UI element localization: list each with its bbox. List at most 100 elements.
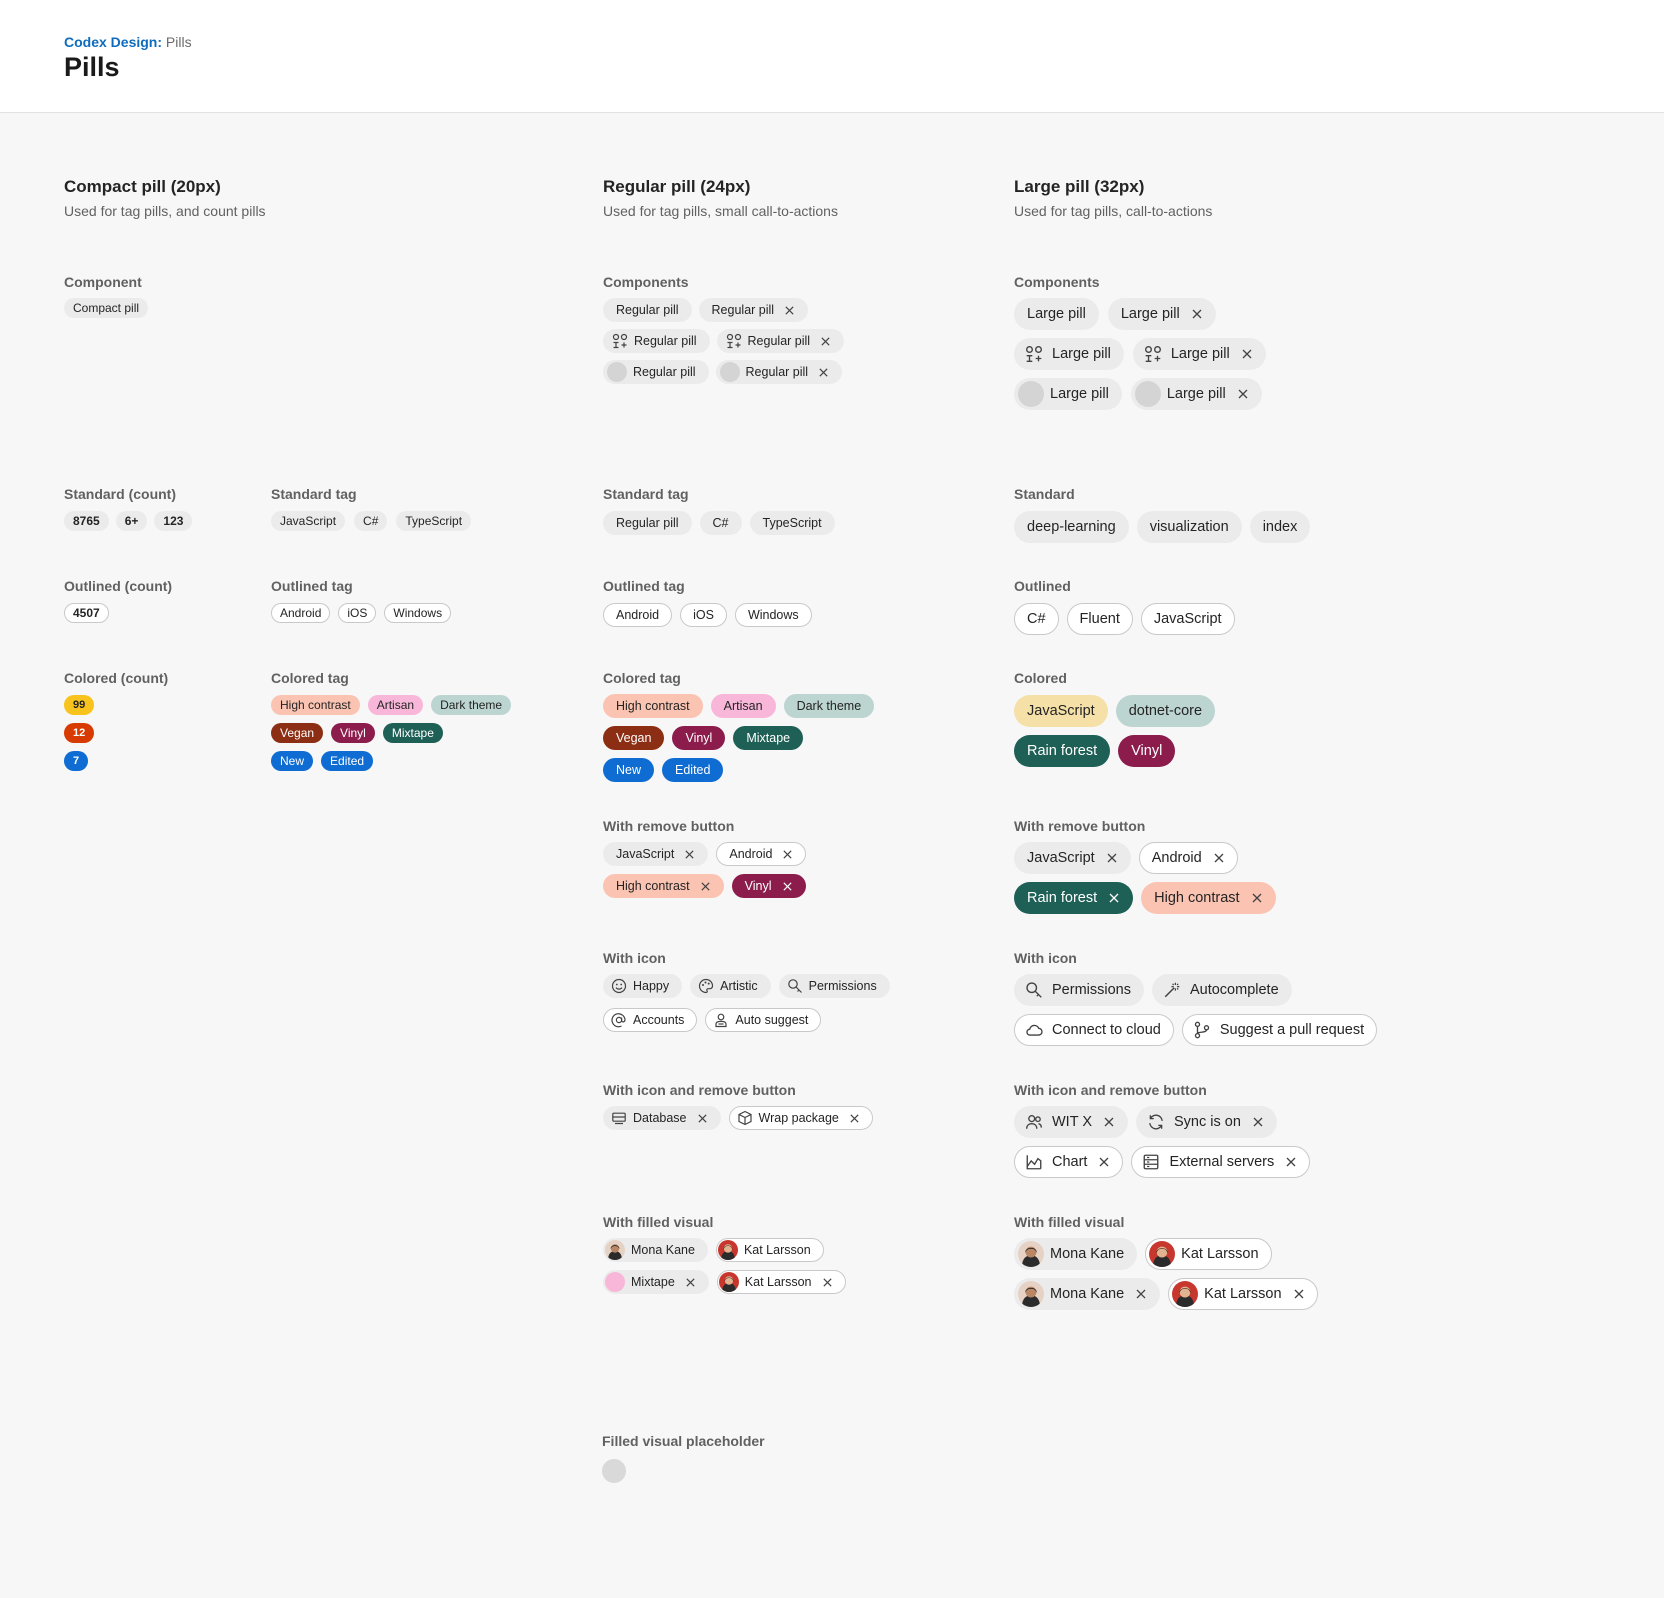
tag-pill[interactable]: TypeScript xyxy=(749,511,835,535)
tag-pill[interactable]: Vinyl xyxy=(672,726,726,750)
icon-removable-tag[interactable]: Database xyxy=(603,1106,721,1130)
icon-removable-tag[interactable]: WIT X xyxy=(1014,1106,1129,1138)
removable-tag[interactable]: Vinyl xyxy=(731,874,806,898)
icon-removable-tag[interactable]: Chart xyxy=(1014,1146,1124,1178)
dismiss-icon[interactable] xyxy=(1191,308,1203,320)
dismiss-icon[interactable] xyxy=(1251,892,1263,904)
icon-tag[interactable]: Autocomplete xyxy=(1151,974,1292,1006)
tag-pill[interactable]: visualization xyxy=(1136,511,1242,543)
removable-tag[interactable]: High contrast xyxy=(603,874,724,898)
tag-pill[interactable]: High contrast xyxy=(603,694,703,718)
dismiss-icon[interactable] xyxy=(700,881,711,892)
large-pill-icon-removable[interactable]: Large pill xyxy=(1132,338,1266,370)
person-pill[interactable]: Mona Kane xyxy=(603,1238,708,1262)
dismiss-icon[interactable] xyxy=(1135,1288,1147,1300)
dismiss-icon[interactable] xyxy=(697,1113,708,1124)
large-pill-visual[interactable]: Large pill xyxy=(1014,378,1122,410)
removable-person-pill[interactable]: Mona Kane xyxy=(1014,1278,1161,1310)
dismiss-icon[interactable] xyxy=(1106,852,1118,864)
tag-pill[interactable]: iOS xyxy=(338,603,377,623)
tag-pill[interactable]: New xyxy=(271,751,314,771)
tag-pill[interactable]: Dark theme xyxy=(783,694,875,718)
person-pill[interactable]: Mona Kane xyxy=(1014,1238,1138,1270)
dismiss-icon[interactable] xyxy=(1293,1288,1305,1300)
dismiss-icon[interactable] xyxy=(849,1113,860,1124)
tag-pill[interactable]: deep-learning xyxy=(1014,511,1129,543)
tag-pill[interactable]: Vegan xyxy=(603,726,665,750)
tag-pill[interactable]: Mixtape xyxy=(733,726,804,750)
dismiss-icon[interactable] xyxy=(685,1277,696,1288)
regular-pill-icon[interactable]: Regular pill xyxy=(603,329,710,353)
tag-pill[interactable]: Windows xyxy=(384,603,452,623)
removable-visual-pill[interactable]: Mixtape xyxy=(603,1270,709,1294)
icon-tag[interactable]: Permissions xyxy=(778,974,890,998)
dismiss-icon[interactable] xyxy=(1103,1116,1115,1128)
icon-tag[interactable]: Suggest a pull request xyxy=(1181,1014,1378,1046)
regular-pill-visual-removable[interactable]: Regular pill xyxy=(715,360,843,384)
dismiss-icon[interactable] xyxy=(1241,348,1253,360)
icon-tag[interactable]: Permissions xyxy=(1014,974,1144,1006)
regular-pill-visual[interactable]: Regular pill xyxy=(603,360,709,384)
tag-pill[interactable]: Fluent xyxy=(1066,603,1133,635)
tag-pill[interactable]: Edited xyxy=(662,758,724,782)
dismiss-icon[interactable] xyxy=(822,1277,833,1288)
dismiss-icon[interactable] xyxy=(1237,388,1249,400)
removable-tag[interactable]: Rain forest xyxy=(1014,882,1134,914)
icon-tag[interactable]: Accounts xyxy=(603,1008,698,1032)
tag-pill[interactable]: Artisan xyxy=(710,694,776,718)
tag-pill[interactable]: Windows xyxy=(734,603,812,627)
tag-pill[interactable]: New xyxy=(603,758,655,782)
tag-pill[interactable]: JavaScript xyxy=(1014,695,1108,727)
removable-person-pill[interactable]: Kat Larsson xyxy=(1168,1278,1318,1310)
icon-removable-tag[interactable]: Sync is on xyxy=(1136,1106,1277,1138)
dismiss-icon[interactable] xyxy=(1108,892,1120,904)
tag-pill[interactable]: C# xyxy=(1014,603,1059,635)
tag-pill[interactable]: Dark theme xyxy=(431,695,512,715)
large-pill-visual-removable[interactable]: Large pill xyxy=(1130,378,1262,410)
dismiss-icon[interactable] xyxy=(782,881,793,892)
large-pill[interactable]: Large pill xyxy=(1014,298,1099,330)
dismiss-icon[interactable] xyxy=(1285,1156,1297,1168)
compact-pill[interactable]: Compact pill xyxy=(64,298,149,318)
breadcrumb-brand[interactable]: Codex Design: xyxy=(64,34,162,50)
dismiss-icon[interactable] xyxy=(684,849,695,860)
tag-pill[interactable]: C# xyxy=(699,511,742,535)
dismiss-icon[interactable] xyxy=(1213,852,1225,864)
tag-pill[interactable]: Vegan xyxy=(271,723,324,743)
tag-pill[interactable]: Android xyxy=(271,603,331,623)
dismiss-icon[interactable] xyxy=(1098,1156,1110,1168)
icon-tag[interactable]: Artistic xyxy=(690,974,771,998)
dismiss-icon[interactable] xyxy=(820,336,831,347)
tag-pill[interactable]: JavaScript xyxy=(1140,603,1235,635)
icon-removable-tag[interactable]: External servers xyxy=(1131,1146,1311,1178)
person-pill[interactable]: Kat Larsson xyxy=(1145,1238,1272,1270)
person-pill[interactable]: Kat Larsson xyxy=(715,1238,824,1262)
dismiss-icon[interactable] xyxy=(784,305,795,316)
removable-person-pill[interactable]: Kat Larsson xyxy=(716,1270,846,1294)
tag-pill[interactable]: dotnet-core xyxy=(1115,695,1216,727)
regular-pill-removable[interactable]: Regular pill xyxy=(698,298,809,322)
tag-pill[interactable]: Android xyxy=(603,603,673,627)
dismiss-icon[interactable] xyxy=(818,367,829,378)
tag-pill[interactable]: Vinyl xyxy=(1118,735,1176,767)
removable-tag[interactable]: Android xyxy=(1138,842,1238,874)
tag-pill[interactable]: TypeScript xyxy=(396,511,472,531)
tag-pill[interactable]: Edited xyxy=(321,751,374,771)
tag-pill[interactable]: Regular pill xyxy=(603,511,692,535)
tag-pill[interactable]: Mixtape xyxy=(382,723,443,743)
icon-removable-tag[interactable]: Wrap package xyxy=(728,1106,873,1130)
tag-pill[interactable]: Rain forest xyxy=(1014,735,1111,767)
regular-pill-icon-removable[interactable]: Regular pill xyxy=(716,329,845,353)
icon-tag[interactable]: Happy xyxy=(603,974,683,998)
tag-pill[interactable]: Vinyl xyxy=(331,723,375,743)
removable-tag[interactable]: High contrast xyxy=(1141,882,1276,914)
tag-pill[interactable]: iOS xyxy=(680,603,727,627)
removable-tag[interactable]: JavaScript xyxy=(603,842,709,866)
tag-pill[interactable]: High contrast xyxy=(271,695,360,715)
large-pill-removable[interactable]: Large pill xyxy=(1107,298,1216,330)
tag-pill[interactable]: index xyxy=(1249,511,1311,543)
removable-tag[interactable]: JavaScript xyxy=(1014,842,1131,874)
large-pill-icon[interactable]: Large pill xyxy=(1014,338,1124,370)
icon-tag[interactable]: Connect to cloud xyxy=(1014,1014,1174,1046)
removable-tag[interactable]: Android xyxy=(716,842,807,866)
